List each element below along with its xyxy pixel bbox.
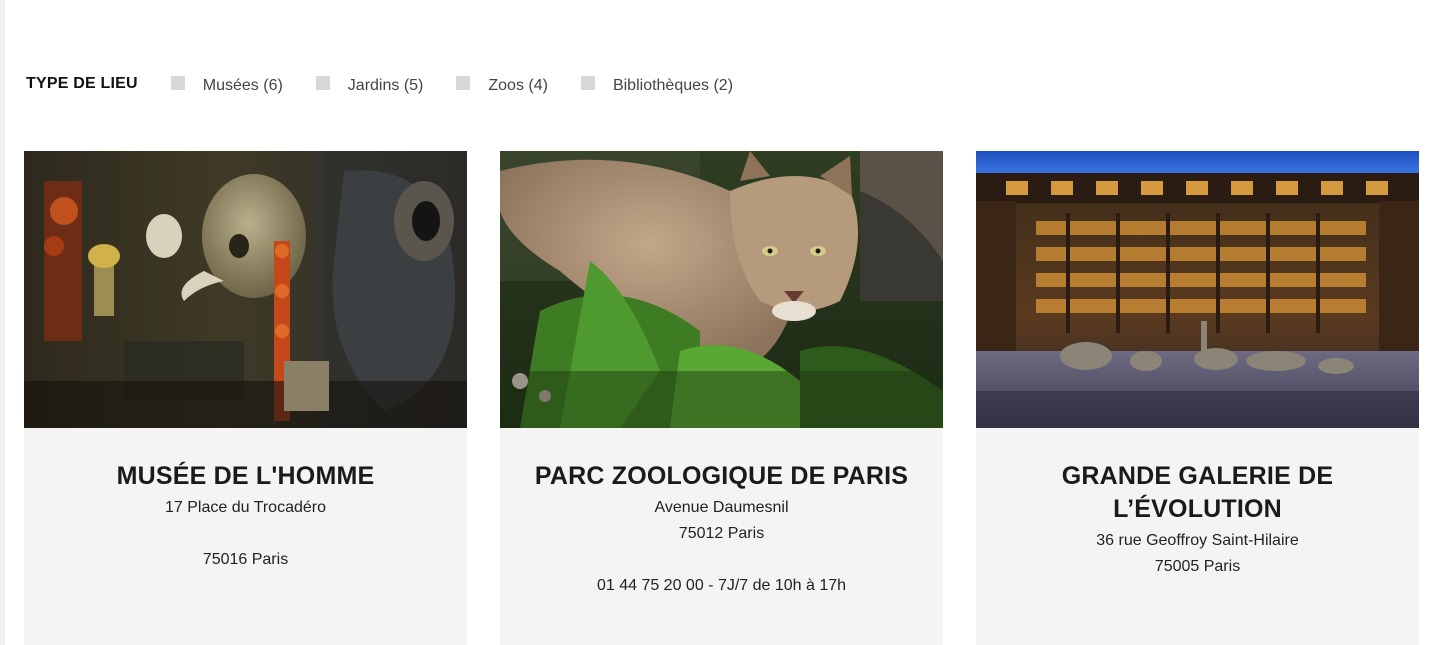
checkbox-icon[interactable]: [580, 76, 595, 90]
venue-card-grande-galerie[interactable]: GRANDE GALERIE DE L’ÉVOLUTION 36 rue Geo…: [976, 151, 1419, 645]
filter-label: Jardins (5): [347, 77, 424, 94]
venue-card-parc-zoologique[interactable]: PARC ZOOLOGIQUE DE PARIS Avenue Daumesni…: [500, 151, 943, 645]
museum-exhibit-image: [24, 151, 467, 428]
venue-city: 75005 Paris: [1154, 558, 1241, 575]
venue-title[interactable]: PARC ZOOLOGIQUE DE PARIS: [520, 460, 923, 493]
filter-label: Bibliothèques (2): [612, 77, 734, 94]
filter-option-zoos[interactable]: Zoos (4): [456, 76, 548, 95]
venue-address: Avenue Daumesnil: [654, 499, 789, 516]
checkbox-icon[interactable]: [170, 76, 185, 90]
puma-image: [500, 151, 943, 428]
venue-city: 75012 Paris: [678, 525, 765, 542]
filter-label: Zoos (4): [488, 77, 548, 94]
venue-photo[interactable]: [500, 151, 943, 428]
venue-info: PARC ZOOLOGIQUE DE PARIS Avenue Daumesni…: [500, 428, 943, 599]
venue-address: 36 rue Geoffroy Saint-Hilaire: [1096, 532, 1299, 549]
venue-info: MUSÉE DE L'HOMME 17 Place du Trocadéro 7…: [24, 428, 467, 573]
venue-photo[interactable]: [24, 151, 467, 428]
venue-info: GRANDE GALERIE DE L’ÉVOLUTION 36 rue Geo…: [976, 428, 1419, 580]
venue-phone-hours: 01 44 75 20 00 - 7J/7 de 10h à 17h: [596, 577, 847, 594]
venue-photo[interactable]: [976, 151, 1419, 428]
venue-title[interactable]: GRANDE GALERIE DE L’ÉVOLUTION: [996, 460, 1399, 526]
filter-option-bibliotheques[interactable]: Bibliothèques (2): [580, 76, 734, 95]
venue-address: 17 Place du Trocadéro: [165, 499, 326, 516]
venue-card-musee-de-l-homme[interactable]: MUSÉE DE L'HOMME 17 Place du Trocadéro 7…: [24, 151, 467, 645]
venue-type-filter: TYPE DE LIEU Musées (6) Jardins (5) Zoos…: [26, 72, 766, 100]
venue-city: 75016 Paris: [202, 551, 289, 568]
left-border: [0, 0, 5, 645]
checkbox-icon[interactable]: [315, 76, 330, 90]
filter-option-jardins[interactable]: Jardins (5): [315, 76, 424, 95]
filter-label: Musées (6): [202, 77, 283, 94]
filter-title: TYPE DE LIEU: [26, 75, 138, 92]
venue-card-list: MUSÉE DE L'HOMME 17 Place du Trocadéro 7…: [24, 151, 1419, 645]
filter-option-musees[interactable]: Musées (6): [170, 76, 283, 95]
checkbox-icon[interactable]: [456, 76, 471, 90]
gallery-hall-image: [976, 151, 1419, 428]
venue-title[interactable]: MUSÉE DE L'HOMME: [44, 460, 447, 493]
